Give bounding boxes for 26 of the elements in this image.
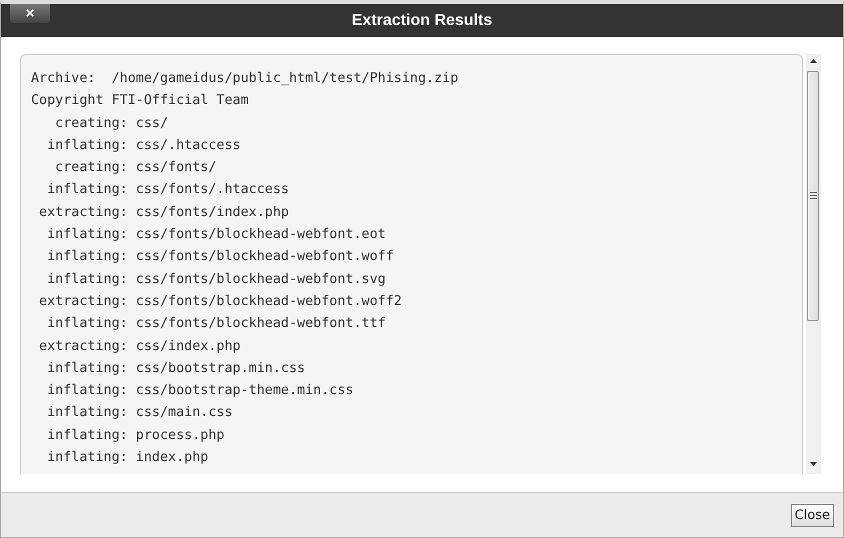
output-line: inflating: css/bootstrap-theme.min.css bbox=[46, 382, 354, 400]
output-line: inflating: css/fonts/blockhead-webfont.eot bbox=[46, 226, 386, 244]
output-line: creating: css/ bbox=[54, 114, 168, 133]
scrollbar[interactable] bbox=[806, 54, 821, 474]
output-line: inflating: css/bootstrap.min.css bbox=[46, 360, 306, 378]
output-line: inflating: css/fonts/.htaccess bbox=[46, 181, 289, 200]
scroll-down-icon[interactable] bbox=[810, 462, 817, 466]
close-button[interactable]: Close bbox=[790, 504, 834, 526]
scroll-up-icon[interactable] bbox=[810, 59, 817, 63]
dialog-title: Extraction Results bbox=[352, 12, 492, 30]
output-line: inflating: process.php bbox=[46, 426, 224, 445]
output-line: extracting: css/index.php bbox=[38, 338, 241, 356]
output-line: inflating: index.php bbox=[46, 449, 208, 468]
output-line: inflating: css/main.css bbox=[46, 404, 233, 422]
scroll-thumb[interactable] bbox=[807, 71, 819, 321]
output-line: inflating: css/fonts/blockhead-webfont.ttf bbox=[46, 315, 386, 334]
output-line: Copyright FTI-Official Team bbox=[31, 92, 249, 110]
output-line: inflating: css/fonts/blockhead-webfont.woff bbox=[46, 248, 394, 266]
close-icon[interactable]: × bbox=[10, 4, 50, 23]
output-line: inflating: css/fonts/blockhead-webfont.svg bbox=[46, 270, 386, 289]
output-line: extracting: css/fonts/blockhead-webfont.woff2 bbox=[38, 292, 402, 311]
grip-icon bbox=[810, 192, 817, 199]
output-line: Archive: /home/gameidus/public_html/test/Phising.zip bbox=[31, 70, 458, 88]
output-line: extracting: css/fonts/index.php bbox=[38, 204, 289, 222]
output-line: creating: css/fonts/ bbox=[54, 159, 216, 178]
output-line: inflating: css/.htaccess bbox=[46, 136, 241, 155]
